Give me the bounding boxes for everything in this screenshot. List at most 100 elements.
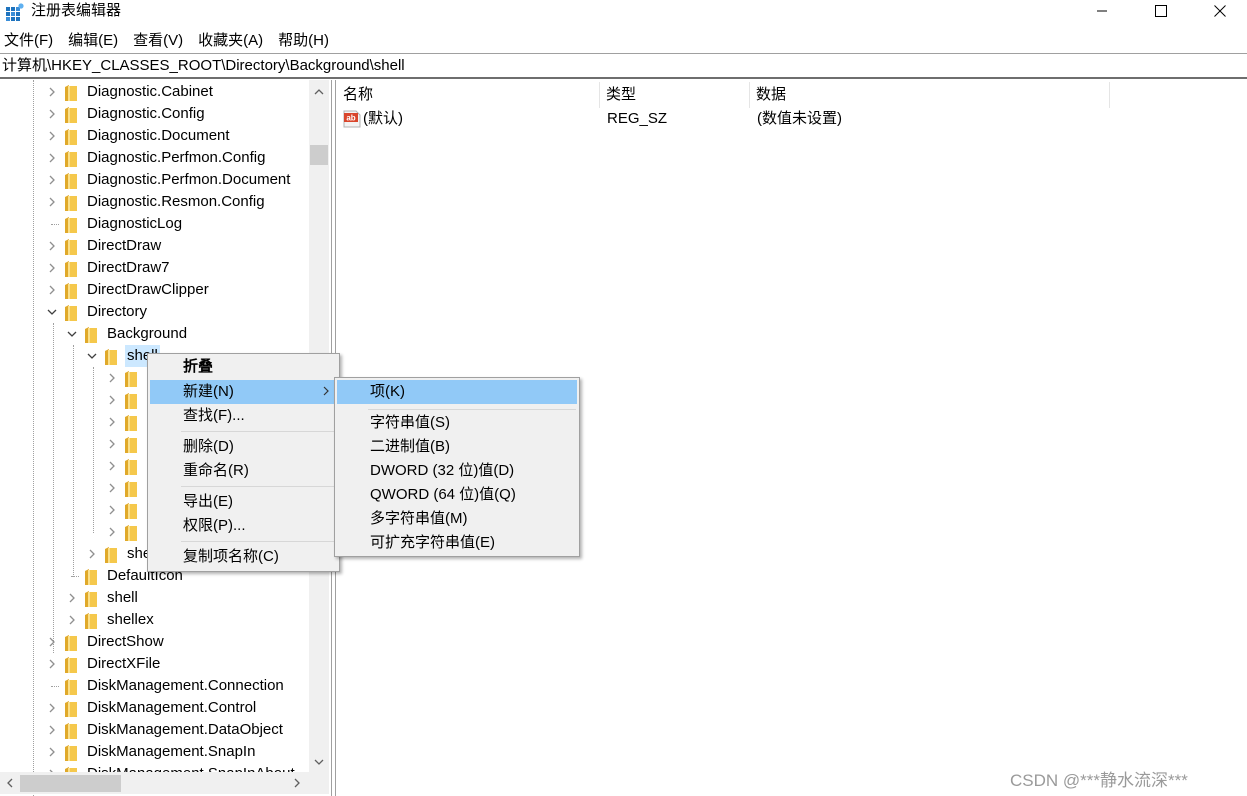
chevron-right-icon[interactable] <box>45 653 59 675</box>
tree-item[interactable]: shell <box>0 587 309 609</box>
chevron-right-icon[interactable] <box>45 279 59 301</box>
tree-item[interactable]: Directory <box>0 301 309 323</box>
scroll-down-button[interactable] <box>309 752 329 772</box>
tree-item[interactable]: Diagnostic.Cabinet <box>0 81 309 103</box>
tree-item[interactable]: DirectDraw <box>0 235 309 257</box>
menu-file[interactable]: 文件(F) <box>0 30 60 52</box>
chevron-down-icon[interactable] <box>45 301 59 323</box>
window-title: 注册表编辑器 <box>31 2 122 19</box>
menu-view[interactable]: 查看(V) <box>129 30 190 52</box>
svg-text:ab: ab <box>346 114 355 123</box>
chevron-right-icon[interactable] <box>105 367 119 389</box>
chevron-right-icon[interactable] <box>45 697 59 719</box>
chevron-right-icon[interactable] <box>65 587 79 609</box>
chevron-right-icon[interactable] <box>45 719 59 741</box>
scroll-thumb[interactable] <box>20 775 121 792</box>
string-value-icon: ab <box>343 110 361 128</box>
chevron-right-icon[interactable] <box>45 125 59 147</box>
tree-connector <box>65 565 79 587</box>
submenu-item-multi-string-value[interactable]: 多字符串值(M) <box>337 507 577 531</box>
tree-item[interactable]: DirectDraw7 <box>0 257 309 279</box>
submenu-item-expandable-string-value[interactable]: 可扩充字符串值(E) <box>337 531 577 555</box>
folder-icon <box>65 723 77 739</box>
tree-item-label: Diagnostic.Resmon.Config <box>87 193 265 210</box>
tree-item[interactable]: DirectXFile <box>0 653 309 675</box>
scroll-thumb[interactable] <box>310 145 328 165</box>
chevron-right-icon[interactable] <box>45 103 59 125</box>
close-button[interactable] <box>1197 0 1243 22</box>
chevron-right-icon[interactable] <box>45 235 59 257</box>
chevron-right-icon[interactable] <box>105 499 119 521</box>
chevron-right-icon[interactable] <box>45 191 59 213</box>
tree-item[interactable]: DirectDrawClipper <box>0 279 309 301</box>
chevron-right-icon[interactable] <box>45 169 59 191</box>
chevron-right-icon[interactable] <box>105 455 119 477</box>
chevron-right-icon[interactable] <box>45 81 59 103</box>
tree-item[interactable]: Diagnostic.Perfmon.Config <box>0 147 309 169</box>
menu-item-find[interactable]: 查找(F)... <box>150 404 337 428</box>
folder-icon <box>105 349 117 365</box>
menu-edit[interactable]: 编辑(E) <box>64 30 125 52</box>
column-type[interactable]: 类型 <box>600 82 750 108</box>
minimize-button[interactable] <box>1079 0 1125 22</box>
scroll-right-button[interactable] <box>287 772 307 794</box>
menu-item-permissions[interactable]: 权限(P)... <box>150 514 337 538</box>
submenu-arrow-icon <box>323 380 329 404</box>
menu-item-collapse[interactable]: 折叠 <box>150 355 337 379</box>
chevron-right-icon[interactable] <box>85 543 99 565</box>
tree-item[interactable]: Diagnostic.Resmon.Config <box>0 191 309 213</box>
chevron-down-icon[interactable] <box>65 323 79 345</box>
tree-item[interactable]: DiskManagement.SnapIn <box>0 741 309 763</box>
menu-item-delete[interactable]: 删除(D) <box>150 435 337 459</box>
tree-item[interactable]: DirectShow <box>0 631 309 653</box>
submenu-item-string-value[interactable]: 字符串值(S) <box>337 411 577 435</box>
tree-horizontal-scrollbar[interactable] <box>0 772 309 794</box>
maximize-button[interactable] <box>1138 0 1184 22</box>
tree-item[interactable]: DiskManagement.Control <box>0 697 309 719</box>
tree-item[interactable]: DiskManagement.DataObject <box>0 719 309 741</box>
chevron-right-icon[interactable] <box>105 433 119 455</box>
scroll-left-button[interactable] <box>0 772 20 794</box>
chevron-right-icon[interactable] <box>105 389 119 411</box>
tree-connector <box>45 675 59 697</box>
chevron-right-icon[interactable] <box>45 741 59 763</box>
tree-item[interactable]: shellex <box>0 609 309 631</box>
submenu-item-key[interactable]: 项(K) <box>337 380 577 404</box>
tree-item[interactable]: Diagnostic.Config <box>0 103 309 125</box>
menu-item-copy-key-name[interactable]: 复制项名称(C) <box>150 545 337 569</box>
folder-icon <box>65 151 77 167</box>
chevron-right-icon[interactable] <box>105 521 119 543</box>
column-name[interactable]: 名称 <box>337 82 600 108</box>
chevron-right-icon[interactable] <box>105 477 119 499</box>
chevron-right-icon[interactable] <box>45 631 59 653</box>
chevron-right-icon[interactable] <box>45 257 59 279</box>
menu-help[interactable]: 帮助(H) <box>274 30 336 52</box>
tree-item-label: DiskManagement.Control <box>87 699 257 716</box>
folder-icon <box>65 657 77 673</box>
chevron-right-icon[interactable] <box>65 609 79 631</box>
chevron-right-icon[interactable] <box>105 411 119 433</box>
folder-icon <box>125 503 137 519</box>
submenu-item-dword-value[interactable]: DWORD (32 位)值(D) <box>337 459 577 483</box>
tree-item[interactable]: Diagnostic.Document <box>0 125 309 147</box>
submenu-item-qword-value[interactable]: QWORD (64 位)值(Q) <box>337 483 577 507</box>
menu-item-new[interactable]: 新建(N) <box>150 380 337 404</box>
menu-item-rename[interactable]: 重命名(R) <box>150 459 337 483</box>
value-row[interactable]: ab (默认) REG_SZ (数值未设置) <box>337 108 1247 130</box>
menu-favorites[interactable]: 收藏夹(A) <box>194 30 270 52</box>
tree-item[interactable]: DiagnosticLog <box>0 213 309 235</box>
tree-item[interactable]: Background <box>0 323 309 345</box>
tree-item[interactable]: Diagnostic.Perfmon.Document <box>0 169 309 191</box>
folder-icon <box>65 195 77 211</box>
menu-item-export[interactable]: 导出(E) <box>150 490 337 514</box>
address-bar[interactable]: 计算机\HKEY_CLASSES_ROOT\Directory\Backgrou… <box>0 53 1247 79</box>
folder-icon <box>65 173 77 189</box>
scroll-up-button[interactable] <box>309 82 329 102</box>
column-data[interactable]: 数据 <box>750 82 1110 108</box>
tree-item-label: Diagnostic.Perfmon.Config <box>87 149 266 166</box>
chevron-down-icon[interactable] <box>85 345 99 367</box>
tree-item[interactable]: DiskManagement.Connection <box>0 675 309 697</box>
chevron-right-icon[interactable] <box>45 147 59 169</box>
submenu-item-binary-value[interactable]: 二进制值(B) <box>337 435 577 459</box>
tree-item-label: DirectDraw7 <box>87 259 170 276</box>
